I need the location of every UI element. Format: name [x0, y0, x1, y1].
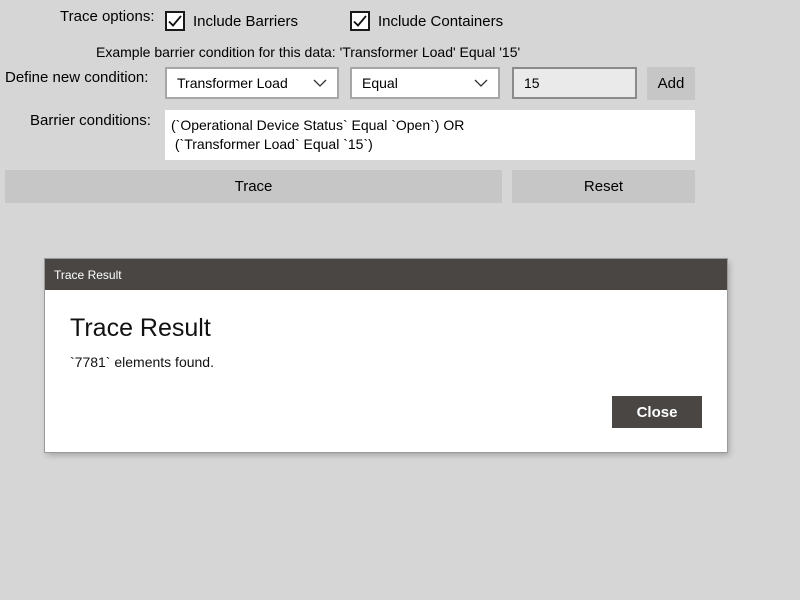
reset-button[interactable]: Reset: [512, 170, 695, 203]
example-condition-text: Example barrier condition for this data:…: [96, 44, 521, 60]
include-containers-label: Include Containers: [378, 12, 504, 30]
barrier-conditions-textbox[interactable]: (`Operational Device Status` Equal `Open…: [165, 110, 695, 160]
chevron-down-icon: [313, 79, 327, 87]
dialog-heading: Trace Result: [70, 314, 211, 342]
barrier-conditions-label: Barrier conditions:: [30, 112, 151, 129]
trace-options-label: Trace options:: [60, 8, 155, 25]
attribute-dropdown[interactable]: Transformer Load: [165, 67, 339, 99]
include-barriers-checkbox[interactable]: Include Barriers: [165, 11, 298, 31]
attribute-dropdown-value: Transformer Load: [177, 75, 288, 91]
define-condition-label: Define new condition:: [5, 69, 149, 86]
checkbox-checked-icon[interactable]: [350, 11, 370, 31]
dialog-title: Trace Result: [54, 267, 122, 282]
operator-dropdown-value: Equal: [362, 75, 398, 91]
close-button[interactable]: Close: [612, 396, 702, 428]
add-button[interactable]: Add: [647, 67, 695, 100]
dialog-message: `7781` elements found.: [70, 354, 214, 370]
operator-dropdown[interactable]: Equal: [350, 67, 500, 99]
include-barriers-label: Include Barriers: [193, 12, 299, 30]
dialog-title-bar: Trace Result: [45, 259, 727, 290]
include-containers-checkbox[interactable]: Include Containers: [350, 11, 503, 31]
trace-button[interactable]: Trace: [5, 170, 502, 203]
checkbox-checked-icon[interactable]: [165, 11, 185, 31]
condition-value-input[interactable]: 15: [512, 67, 637, 99]
trace-result-dialog: Trace Result Trace Result `7781` element…: [45, 259, 727, 452]
chevron-down-icon: [474, 79, 488, 87]
